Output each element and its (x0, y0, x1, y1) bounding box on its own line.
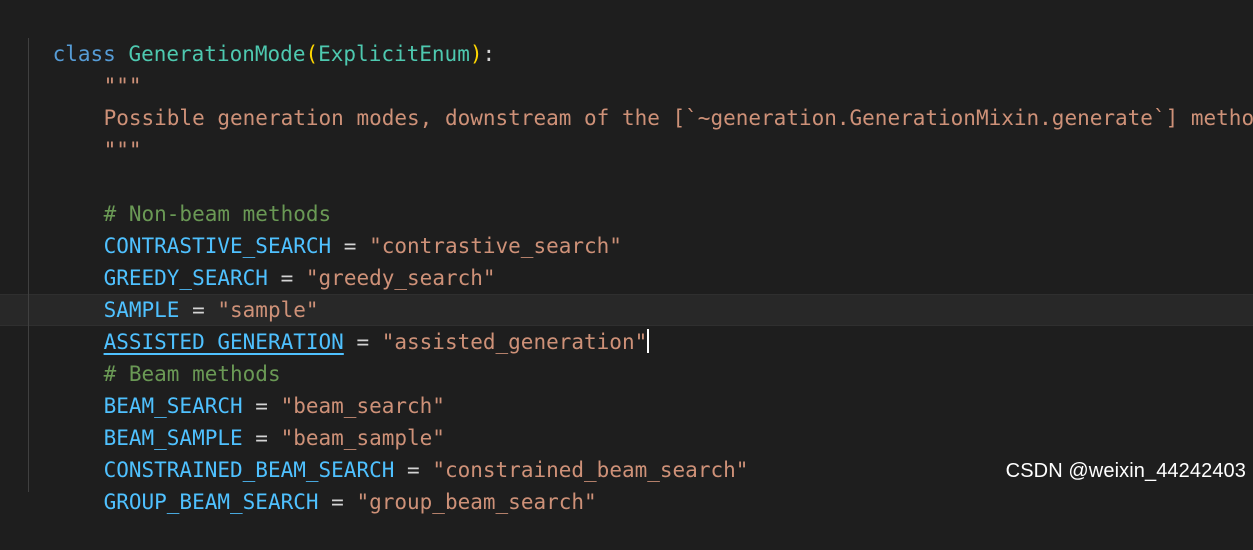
docstring-close-line[interactable]: """ (53, 102, 142, 162)
enum-member-name: GROUP_BEAM_SEARCH (103, 490, 319, 514)
code-line-sample[interactable]: SAMPLE = "sample" (53, 262, 319, 322)
text-cursor (647, 329, 650, 353)
base-class-name: ExplicitEnum (318, 42, 470, 66)
open-paren: ( (305, 42, 319, 66)
code-line-beam-sample[interactable]: BEAM_SAMPLE = "beam_sample" (53, 390, 445, 450)
comment-beam-line[interactable]: # Beam methods (53, 326, 281, 386)
code-line-group-beam-search[interactable]: GROUP_BEAM_SEARCH = "group_beam_search" (53, 454, 597, 514)
assign-operator: = (318, 490, 357, 514)
class-definition-line[interactable]: class GenerationMode(ExplicitEnum): (2, 6, 496, 66)
docstring-close: """ (103, 138, 142, 162)
csdn-watermark: CSDN @weixin_44242403 (1005, 460, 1246, 482)
close-paren: ) (469, 42, 483, 66)
indent-guide (28, 38, 29, 492)
comment-non-beam-line[interactable]: # Non-beam methods (53, 166, 332, 226)
code-line-assisted-generation[interactable]: ASSISTED_GENERATION = "assisted_generati… (53, 294, 650, 354)
enum-member-value: "assisted_generation" (381, 330, 648, 354)
class-name: GenerationMode (128, 42, 306, 66)
docstring-text-line[interactable]: Possible generation modes, downstream of… (53, 70, 1253, 130)
code-editor[interactable]: class GenerationMode(ExplicitEnum): """ … (0, 0, 1253, 514)
docstring-text: Possible generation modes, downstream of… (103, 106, 1253, 130)
code-line-contrastive-search[interactable]: CONTRASTIVE_SEARCH = "contrastive_search… (53, 198, 622, 258)
code-line-greedy-search[interactable]: GREEDY_SEARCH = "greedy_search" (53, 230, 496, 290)
code-line-beam-search[interactable]: BEAM_SEARCH = "beam_search" (53, 358, 445, 418)
enum-member-value: "greedy_search" (305, 266, 496, 290)
enum-member-value: "group_beam_search" (356, 490, 597, 514)
docstring-open-line[interactable]: """ (53, 38, 142, 98)
code-line-constrained-beam-search[interactable]: CONSTRAINED_BEAM_SEARCH = "constrained_b… (53, 422, 749, 482)
assign-operator: = (343, 330, 382, 354)
colon: : (482, 42, 496, 66)
